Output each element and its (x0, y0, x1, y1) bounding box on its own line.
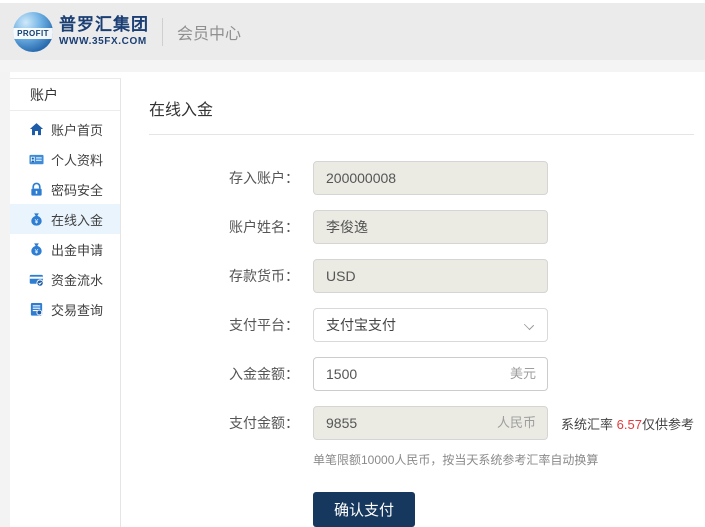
trade-query-icon (29, 302, 44, 317)
deposit-amount-input[interactable] (313, 357, 548, 391)
payment-amount-label: 支付金额： (149, 413, 299, 433)
member-center-title: 会员中心 (177, 20, 241, 44)
left-rail (0, 72, 10, 527)
header-subbar (0, 60, 705, 72)
deposit-currency-input (313, 259, 548, 293)
payment-platform-value: 支付宝支付 (326, 315, 396, 335)
funds-flow-icon (29, 272, 44, 287)
lock-icon (29, 182, 44, 197)
svg-text:¥: ¥ (35, 218, 39, 225)
deposit-form: 存入账户： 账户姓名： 存款货币： 支付平台： 支 (149, 161, 694, 527)
company-name: 普罗汇集团 (59, 16, 149, 35)
id-card-icon (29, 152, 44, 167)
exchange-rate-note: 系统汇率 6.57仅供参考 (561, 414, 694, 433)
logo: PROFIT 普罗汇集团 WWW.35FX.COM (13, 12, 149, 52)
form-row-deposit-account: 存入账户： (149, 161, 694, 195)
rate-note-suffix: 仅供参考 (642, 417, 694, 432)
sidebar-item-profile[interactable]: 个人资料 (10, 144, 120, 174)
profit-globe-icon: PROFIT (13, 12, 53, 52)
sidebar-item-online-deposit[interactable]: ¥ 在线入金 (10, 204, 120, 234)
confirm-payment-button[interactable]: 确认支付 (313, 492, 415, 527)
sidebar-item-label: 交易查询 (51, 300, 103, 319)
sidebar: 账户 账户首页 个人资料 密码安全 (10, 78, 121, 527)
sidebar-item-withdrawal[interactable]: ¥ 出金申请 (10, 234, 120, 264)
rate-note-prefix: 系统汇率 (561, 417, 617, 432)
limit-hint: 单笔限额10000人民币，按当天系统参考汇率自动换算 (313, 451, 694, 468)
page-title: 在线入金 (149, 96, 694, 120)
form-row-account-name: 账户姓名： (149, 210, 694, 244)
sidebar-item-label: 出金申请 (51, 240, 103, 259)
sidebar-item-label: 个人资料 (51, 150, 103, 169)
sidebar-group-title: 账户 (10, 79, 120, 111)
form-row-payment-platform: 支付平台： 支付宝支付 (149, 308, 694, 342)
payment-platform-label: 支付平台： (149, 315, 299, 335)
sidebar-item-label: 资金流水 (51, 270, 103, 289)
header-divider (162, 18, 163, 46)
sidebar-item-label: 账户首页 (51, 120, 103, 139)
main-panel: 在线入金 存入账户： 账户姓名： 存款货币： (121, 72, 705, 527)
deposit-account-label: 存入账户： (149, 168, 299, 188)
sidebar-item-account-home[interactable]: 账户首页 (10, 114, 120, 144)
chevron-down-icon (524, 320, 534, 330)
company-website: WWW.35FX.COM (59, 36, 149, 47)
payment-platform-select[interactable]: 支付宝支付 (313, 308, 548, 342)
account-name-input (313, 210, 548, 244)
deposit-currency-label: 存款货币： (149, 266, 299, 286)
account-name-label: 账户姓名： (149, 217, 299, 237)
deposit-amount-label: 入金金额： (149, 364, 299, 384)
header: PROFIT 普罗汇集团 WWW.35FX.COM 会员中心 (0, 0, 705, 60)
form-row-deposit-amount: 入金金额： 美元 (149, 357, 694, 391)
title-divider (149, 134, 694, 135)
payment-amount-input (313, 406, 548, 440)
rate-value: 6.57 (617, 417, 642, 432)
deposit-account-input (313, 161, 548, 195)
svg-text:¥: ¥ (35, 248, 39, 255)
sidebar-item-label: 在线入金 (51, 210, 103, 229)
form-row-deposit-currency: 存款货币： (149, 259, 694, 293)
sidebar-item-trade-query[interactable]: 交易查询 (10, 294, 120, 324)
sidebar-item-funds-flow[interactable]: 资金流水 (10, 264, 120, 294)
form-row-payment-amount: 支付金额： 人民币 系统汇率 6.57仅供参考 (149, 406, 694, 440)
logo-brand-text: PROFIT (17, 29, 49, 38)
home-icon (29, 122, 44, 137)
withdraw-icon: ¥ (29, 242, 44, 257)
sidebar-item-label: 密码安全 (51, 180, 103, 199)
sidebar-item-password-security[interactable]: 密码安全 (10, 174, 120, 204)
deposit-icon: ¥ (29, 212, 44, 227)
